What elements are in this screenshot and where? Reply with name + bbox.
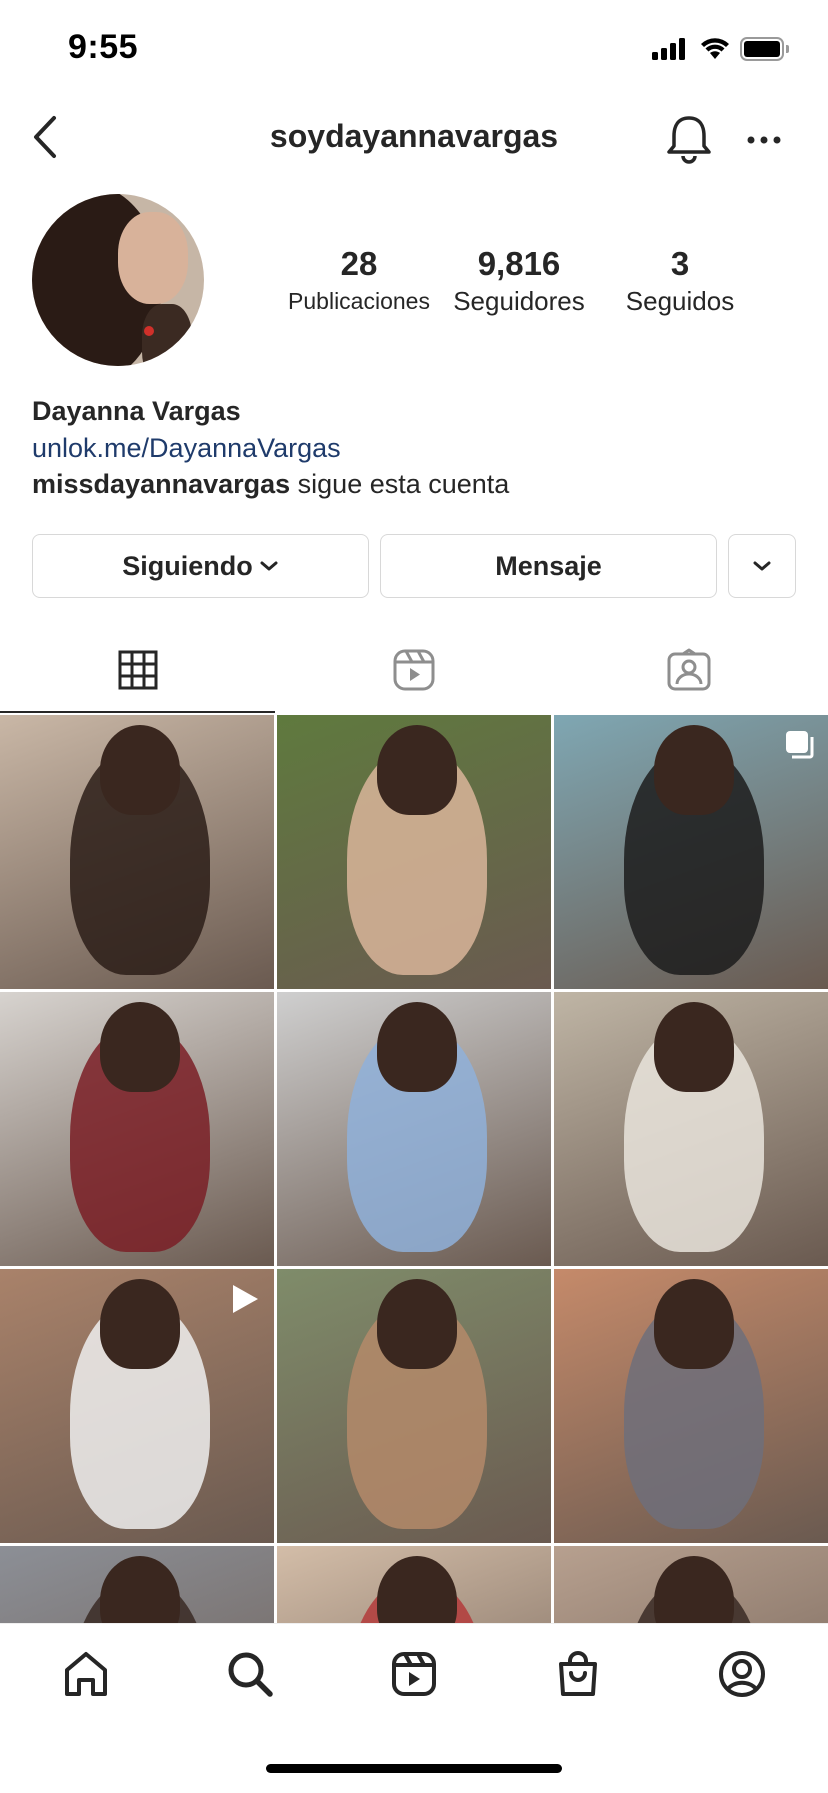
- followed-by-text: missdayannavargas sigue esta cuenta: [32, 469, 509, 500]
- notification-bell-icon[interactable]: [666, 114, 712, 164]
- post-photo-detail: [654, 1002, 734, 1092]
- reels-tab-icon[interactable]: [392, 648, 436, 692]
- grid-post[interactable]: [277, 1546, 551, 1623]
- stat-posts-value: 28: [340, 245, 378, 282]
- post-photo-detail: [377, 725, 457, 815]
- search-icon[interactable]: [226, 1650, 274, 1698]
- post-photo-detail: [654, 725, 734, 815]
- message-button[interactable]: Mensaje: [380, 534, 717, 598]
- post-photo-detail: [377, 1279, 457, 1369]
- cellular-signal-icon: [652, 38, 688, 60]
- chevron-down-icon: [753, 561, 771, 571]
- grid-post[interactable]: [0, 1546, 274, 1623]
- grid-post[interactable]: [0, 1269, 274, 1543]
- followed-by-suffix: sigue esta cuenta: [290, 469, 510, 499]
- grid-post[interactable]: [554, 1269, 828, 1543]
- chevron-down-icon: [260, 561, 278, 571]
- avatar[interactable]: [32, 194, 204, 366]
- stat-following-value: 3: [670, 245, 690, 282]
- home-icon[interactable]: [62, 1650, 110, 1698]
- post-photo-detail: [100, 1279, 180, 1369]
- post-photo-detail: [100, 1556, 180, 1623]
- status-time: 9:55: [68, 28, 139, 66]
- stat-following[interactable]: 3 Seguidos: [610, 244, 750, 318]
- stat-followers-label: Seguidores: [453, 286, 585, 316]
- post-photo-detail: [100, 1002, 180, 1092]
- grid-post[interactable]: [554, 715, 828, 989]
- followed-by-username[interactable]: missdayannavargas: [32, 469, 290, 499]
- stat-posts-label: Publicaciones: [288, 288, 430, 314]
- grid-icon[interactable]: [118, 650, 158, 690]
- post-photo-detail: [100, 725, 180, 815]
- post-photo-detail: [377, 1556, 457, 1623]
- wifi-icon: [701, 38, 729, 59]
- grid-post[interactable]: [277, 992, 551, 1266]
- active-tab-indicator: [0, 711, 275, 713]
- reels-icon[interactable]: [390, 1650, 438, 1698]
- post-photo-detail: [654, 1279, 734, 1369]
- grid-post[interactable]: [277, 715, 551, 989]
- grid-post[interactable]: [0, 715, 274, 989]
- bio-link[interactable]: unlok.me/DayannaVargas: [32, 433, 341, 464]
- grid-post[interactable]: [554, 1546, 828, 1623]
- profile-icon[interactable]: [718, 1650, 766, 1698]
- stat-followers-value: 9,816: [477, 245, 561, 282]
- home-indicator: [266, 1764, 562, 1773]
- grid-post[interactable]: [554, 992, 828, 1266]
- posts-grid: [0, 715, 828, 1623]
- battery-icon: [740, 37, 790, 61]
- video-play-icon: [233, 1285, 258, 1313]
- carousel-icon: [786, 731, 814, 759]
- message-button-label: Mensaje: [495, 550, 602, 581]
- stat-following-label: Seguidos: [625, 286, 735, 316]
- profile-full-name: Dayanna Vargas: [32, 396, 241, 426]
- suggested-accounts-button[interactable]: [728, 534, 796, 598]
- following-button-label: Siguiendo: [122, 550, 253, 581]
- grid-post[interactable]: [277, 1269, 551, 1543]
- following-button[interactable]: Siguiendo: [32, 534, 369, 598]
- stat-posts[interactable]: 28 Publicaciones: [284, 244, 434, 318]
- grid-post[interactable]: [0, 992, 274, 1266]
- post-photo-detail: [654, 1556, 734, 1623]
- post-photo-detail: [377, 1002, 457, 1092]
- shop-icon[interactable]: [554, 1650, 602, 1698]
- more-options-icon[interactable]: [746, 134, 782, 146]
- tagged-icon[interactable]: [666, 648, 712, 692]
- stat-followers[interactable]: 9,816 Seguidores: [444, 244, 594, 318]
